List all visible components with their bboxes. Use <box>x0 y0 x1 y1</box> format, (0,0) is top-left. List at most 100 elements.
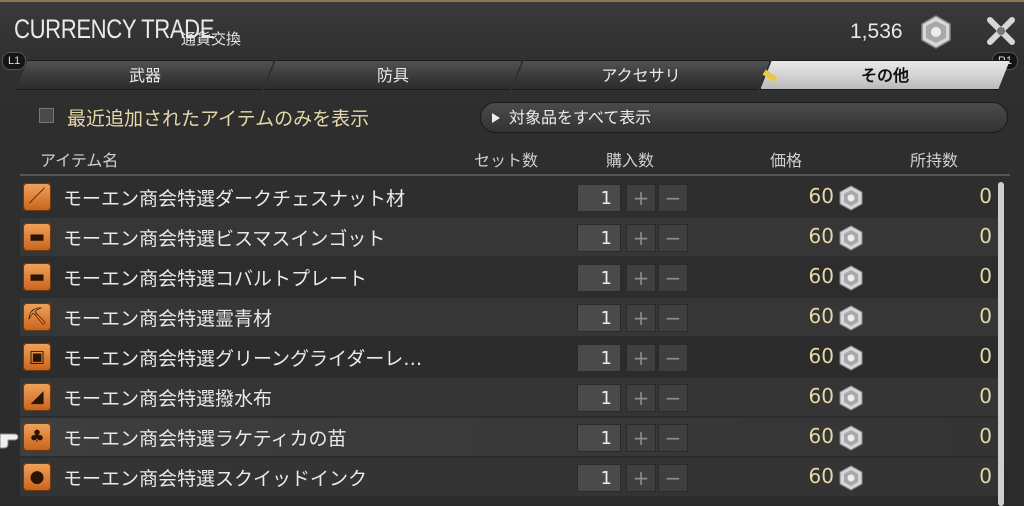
item-name: モーエン商会特選スクイッドインク <box>63 468 368 490</box>
list-item[interactable]: ♣ モーエン商会特選ラケティカの苗 1 + − 60 0 <box>20 418 998 456</box>
owned-count: 0 <box>979 464 992 488</box>
item-name: モーエン商会特選霊青材 <box>63 308 273 330</box>
decrease-button[interactable]: − <box>658 304 688 332</box>
list-item[interactable]: ▣ モーエン商会特選グリーングライダーレ… 1 + − 60 0 <box>20 338 998 376</box>
list-item[interactable]: ▬ モーエン商会特選コバルトプレート 1 + − 60 0 <box>20 258 998 296</box>
scrip-icon <box>838 265 864 291</box>
decrease-button[interactable]: − <box>658 464 688 492</box>
decrease-button[interactable]: − <box>658 344 688 372</box>
hide-icon: ▣ <box>23 343 51 371</box>
item-name: モーエン商会特選ビスマスインゴット <box>63 228 386 250</box>
item-icon-glyph: ▣ <box>28 347 46 367</box>
anvil-icon: ▬ <box>23 223 51 251</box>
scrip-icon <box>838 425 864 451</box>
quantity-field[interactable]: 1 <box>577 264 621 292</box>
column-header-sets: セット数 <box>474 151 539 170</box>
item-icon-glyph: ◢ <box>30 387 44 407</box>
show-all-button[interactable]: 対象品をすべて表示 <box>480 102 1008 133</box>
scrip-icon <box>838 385 864 411</box>
item-icon-glyph: ● <box>29 467 45 487</box>
owned-count: 0 <box>979 424 992 448</box>
recent-only-label[interactable]: 最近追加されたアイテムのみを表示 <box>67 104 369 131</box>
list-item[interactable]: ⛏ モーエン商会特選霊青材 1 + − 60 0 <box>20 298 998 336</box>
decrease-button[interactable]: − <box>658 184 688 212</box>
scrip-icon <box>838 225 864 251</box>
scrip-icon <box>838 465 864 491</box>
increase-button[interactable]: + <box>626 384 656 412</box>
tab-other[interactable]: その他 <box>760 60 1010 90</box>
tab-accessories[interactable]: アクセサリ <box>512 60 770 90</box>
decrease-button[interactable]: − <box>658 224 688 252</box>
play-triangle-icon <box>492 113 500 123</box>
close-icon[interactable] <box>984 14 1018 48</box>
decrease-button[interactable]: − <box>658 424 688 452</box>
item-icon-glyph: ♣ <box>29 427 45 447</box>
item-price: 60 <box>808 304 834 328</box>
item-price: 60 <box>808 264 834 288</box>
sapling-icon: ♣ <box>23 423 51 451</box>
item-icon-glyph: ⛏ <box>26 307 48 327</box>
quantity-field[interactable]: 1 <box>577 464 621 492</box>
window-subtitle: 通貨交換 <box>181 30 242 48</box>
currency-trade-window: CURRENCY TRADE 通貨交換 1,536 L1 R1 武器 防具 アク… <box>0 0 1024 506</box>
pickaxe-icon: ⛏ <box>23 303 51 331</box>
hand-pointer-icon <box>0 433 19 449</box>
quantity-field[interactable]: 1 <box>577 184 621 212</box>
list-item[interactable]: ● モーエン商会特選スクイッドインク 1 + − 60 0 <box>20 458 998 496</box>
item-name: モーエン商会特選ダークチェスナット材 <box>63 188 406 210</box>
item-name: モーエン商会特選グリーングライダーレ… <box>63 348 423 370</box>
item-icon-glyph: ／ <box>28 187 46 207</box>
increase-button[interactable]: + <box>626 224 656 252</box>
scrip-icon <box>921 15 951 49</box>
list-item[interactable]: ／ モーエン商会特選ダークチェスナット材 1 + − 60 0 <box>20 178 998 216</box>
decrease-button[interactable]: − <box>658 264 688 292</box>
item-name: モーエン商会特選コバルトプレート <box>63 268 368 290</box>
scrip-icon <box>838 185 864 211</box>
item-icon-glyph: ▬ <box>28 227 46 247</box>
list-item[interactable]: ▬ モーエン商会特選ビスマスインゴット 1 + − 60 0 <box>20 218 998 256</box>
column-header-owned: 所持数 <box>910 151 959 170</box>
tab-armor[interactable]: 防具 <box>264 60 522 90</box>
increase-button[interactable]: + <box>626 304 656 332</box>
header-divider <box>20 174 1010 176</box>
increase-button[interactable]: + <box>626 464 656 492</box>
item-icon-glyph: ▬ <box>28 267 46 287</box>
owned-count: 0 <box>979 384 992 408</box>
item-price: 60 <box>808 344 834 368</box>
item-name: モーエン商会特選ラケティカの苗 <box>63 428 347 450</box>
increase-button[interactable]: + <box>626 264 656 292</box>
owned-count: 0 <box>979 184 992 208</box>
quantity-field[interactable]: 1 <box>577 224 621 252</box>
scrip-icon <box>838 345 864 371</box>
tab-weapons[interactable]: 武器 <box>16 60 274 90</box>
item-price: 60 <box>808 184 834 208</box>
item-price: 60 <box>808 224 834 248</box>
recent-only-checkbox[interactable] <box>39 108 54 123</box>
increase-button[interactable]: + <box>626 344 656 372</box>
list-item[interactable]: ◢ モーエン商会特選撥水布 1 + − 60 0 <box>20 378 998 416</box>
title-bar: CURRENCY TRADE 通貨交換 1,536 L1 R1 <box>0 2 1024 70</box>
quantity-field[interactable]: 1 <box>577 344 621 372</box>
quantity-field[interactable]: 1 <box>577 384 621 412</box>
owned-count: 0 <box>979 304 992 328</box>
item-price: 60 <box>808 424 834 448</box>
column-header-item: アイテム名 <box>40 151 119 170</box>
increase-button[interactable]: + <box>626 424 656 452</box>
increase-button[interactable]: + <box>626 184 656 212</box>
quantity-field[interactable]: 1 <box>577 304 621 332</box>
anvil-icon: ▬ <box>23 263 51 291</box>
lumber-icon: ／ <box>23 183 51 211</box>
column-header-price: 価格 <box>770 151 803 170</box>
category-tabs: 武器 防具 アクセサリ その他 <box>16 60 1008 90</box>
owned-count: 0 <box>979 224 992 248</box>
owned-count: 0 <box>979 264 992 288</box>
ink-icon: ● <box>23 463 51 491</box>
currency-amount: 1,536 <box>850 20 903 43</box>
item-name: モーエン商会特選撥水布 <box>63 388 273 410</box>
decrease-button[interactable]: − <box>658 384 688 412</box>
show-all-label: 対象品をすべて表示 <box>509 108 652 127</box>
quantity-field[interactable]: 1 <box>577 424 621 452</box>
item-list: ／モーエン商会特選ダークチェスナット材 1 + −60 0 ▬ モーエン商会特選ビスマスイン… <box>20 178 998 506</box>
scrollbar-thumb[interactable] <box>998 182 1004 506</box>
column-header-buy: 購入数 <box>606 151 655 170</box>
